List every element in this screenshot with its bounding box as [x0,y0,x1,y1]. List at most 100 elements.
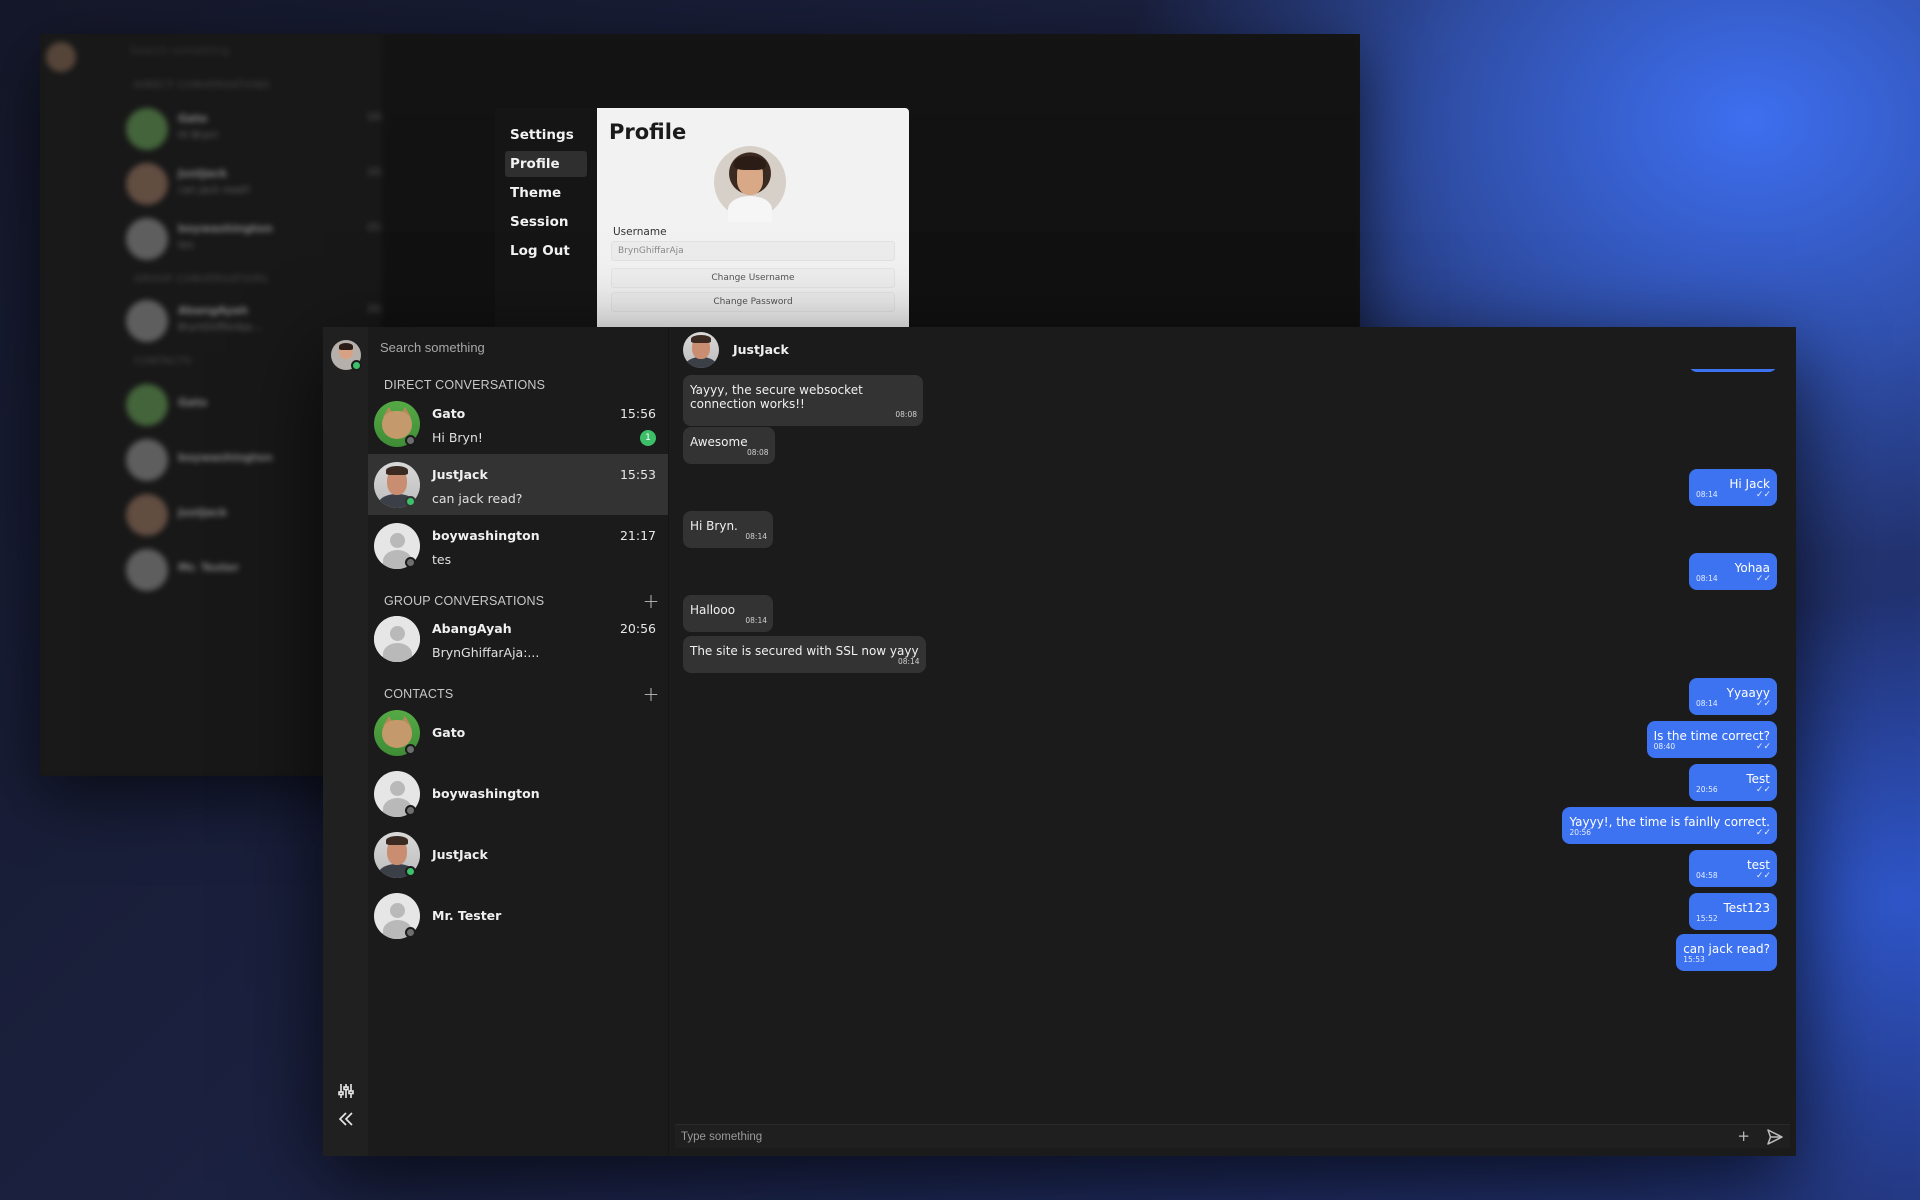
conversation-name: boywashington [432,528,540,543]
bg-avatar [126,163,168,205]
message-bubble-incoming[interactable]: Hi Bryn. 08:14 [683,511,773,548]
check-double-icon: ✓✓ [1755,871,1771,881]
avatar-placeholder [374,616,420,662]
bg-row-name: JustJack [178,167,228,180]
bg-row-message: Hi Bryn! [178,130,219,141]
conversation-row-gato[interactable]: Gato Hi Bryn! 15:56 1 [368,393,668,454]
main-window: DIRECT CONVERSATIONS Gato Hi Bryn! 15:56… [323,327,1796,1156]
bg-row-name: boywashington [178,222,273,235]
status-dot-offline [405,805,416,816]
message-list[interactable]: Yayyy, the secure websocket connection w… [669,369,1796,1120]
message-bubble-outgoing[interactable]: Is the time correct? 08:40 ✓✓ [1646,721,1777,758]
message-bubble-outgoing[interactable]: test 04:58 ✓✓ [1689,850,1777,887]
bg-avatar [126,300,168,342]
search-input[interactable] [374,335,664,360]
message-bubble-outgoing[interactable]: Yayyy!, the time is fainlly correct. 20:… [1562,807,1777,844]
settings-menu-logout[interactable]: Log Out [505,238,587,264]
profile-title: Profile [609,120,687,144]
chat-contact-name: JustJack [733,342,789,357]
conversation-time: 15:53 [619,467,656,482]
message-time: 08:14 [1696,490,1718,499]
message-time: 20:56 [1696,785,1718,794]
avatar-body [728,196,772,222]
message-time: 08:14 [1696,699,1718,708]
bg-row: Gato Hi Bryn! 15:56 [126,106,396,152]
status-dot-online [405,866,416,877]
nav-rail [323,327,368,1156]
conversation-row-justjack[interactable]: JustJack can jack read? 15:53 [368,454,668,515]
message-time: 08:08 [746,448,769,457]
status-dot-offline [405,744,416,755]
message-bubble-incoming[interactable]: Yayyy, the secure websocket connection w… [683,375,923,426]
avatar-shoulders [383,643,412,662]
message-bubble-incoming[interactable]: Hallooo 08:14 [683,595,773,632]
avatar-hair [386,466,408,475]
bg-avatar [126,549,168,591]
change-password-button[interactable]: Change Password [611,292,895,312]
contact-name: Gato [432,725,466,740]
conversation-name: AbangAyah [432,621,512,636]
settings-menu-session[interactable]: Session [505,209,587,235]
bg-row-message: can jack read? [178,185,251,196]
chat-header: JustJack [669,327,1796,369]
change-username-button[interactable]: Change Username [611,268,895,288]
bg-search-text: Search something [130,44,230,57]
message-bubble-incoming[interactable]: The site is secured with SSL now yayy 08… [683,636,926,673]
status-dot-offline [405,557,416,568]
message-bubble-outgoing[interactable]: Test123 15:52 [1689,893,1777,930]
conversation-name: JustJack [432,467,488,482]
attach-plus-icon[interactable]: + [1737,1127,1750,1145]
avatar-head [390,903,405,918]
contact-row-mr-tester[interactable]: Mr. Tester [368,885,668,946]
bg-row-message: BrynGhiffarAja:... [178,322,264,333]
message-text: Yayyy, the secure websocket connection w… [690,383,863,411]
send-icon[interactable] [1766,1128,1784,1146]
conversation-last-message: BrynGhiffarAja:... [432,645,540,660]
message-bubble-outgoing-partial [1689,369,1777,372]
message-time: 04:58 [1696,871,1718,880]
contact-name: boywashington [432,786,540,801]
conversations-sidebar: DIRECT CONVERSATIONS Gato Hi Bryn! 15:56… [368,327,668,1156]
conversation-row-abangayah[interactable]: AbangAyah BrynGhiffarAja:... 20:56 [368,608,668,669]
status-dot-offline [405,435,416,446]
group-conversations-title: GROUP CONVERSATIONS [384,594,545,608]
settings-menu-profile[interactable]: Profile [505,151,587,177]
message-bubble-outgoing[interactable]: can jack read? 15:53 [1676,934,1777,971]
profile-panel: Profile Username BrynGhiffarAja Change U… [597,108,909,328]
chat-panel: JustJack Yayyy, the secure websocket con… [668,327,1796,1156]
contact-row-gato[interactable]: Gato [368,702,668,763]
profile-avatar[interactable] [714,146,786,222]
avatar-hair [339,343,353,350]
message-time: 08:14 [1696,574,1718,583]
check-double-icon: ✓✓ [1755,490,1771,500]
bg-avatar [126,439,168,481]
add-contact-plus-icon[interactable]: + [642,684,660,704]
message-bubble-outgoing[interactable]: Hi Jack 08:14 ✓✓ [1689,469,1777,506]
chat-contact-avatar[interactable] [683,332,719,368]
message-bubble-outgoing[interactable]: Test 20:56 ✓✓ [1689,764,1777,801]
message-bubble-outgoing[interactable]: Yyaayy 08:14 ✓✓ [1689,678,1777,715]
settings-menu-theme[interactable]: Theme [505,180,587,206]
contact-row-justjack[interactable]: JustJack [368,824,668,885]
message-input[interactable] [675,1125,1695,1149]
bg-user-avatar [46,42,76,72]
contact-name: Mr. Tester [432,908,502,923]
filter-sliders-icon[interactable] [335,1080,357,1102]
conversation-name: Gato [432,406,466,421]
avatar-head [390,533,405,548]
bg-rail [40,34,82,776]
unread-badge: 1 [640,430,656,446]
settings-menu: Settings Profile Theme Session Log Out [495,108,597,328]
message-bubble-outgoing[interactable]: Yohaa 08:14 ✓✓ [1689,553,1777,590]
message-bubble-incoming[interactable]: Awesome 08:08 [683,427,775,464]
conversation-row-boywashington[interactable]: boywashington tes 21:17 [368,515,668,576]
check-double-icon: ✓✓ [1755,785,1771,795]
message-composer: + [675,1124,1790,1149]
collapse-double-chevron-icon[interactable] [335,1108,357,1130]
conversation-time: 21:17 [619,528,656,543]
contact-row-boywashington[interactable]: boywashington [368,763,668,824]
username-field[interactable]: BrynGhiffarAja [611,241,895,261]
message-time: 08:14 [897,657,920,666]
username-label: Username [613,226,667,238]
settings-menu-settings[interactable]: Settings [505,122,587,148]
